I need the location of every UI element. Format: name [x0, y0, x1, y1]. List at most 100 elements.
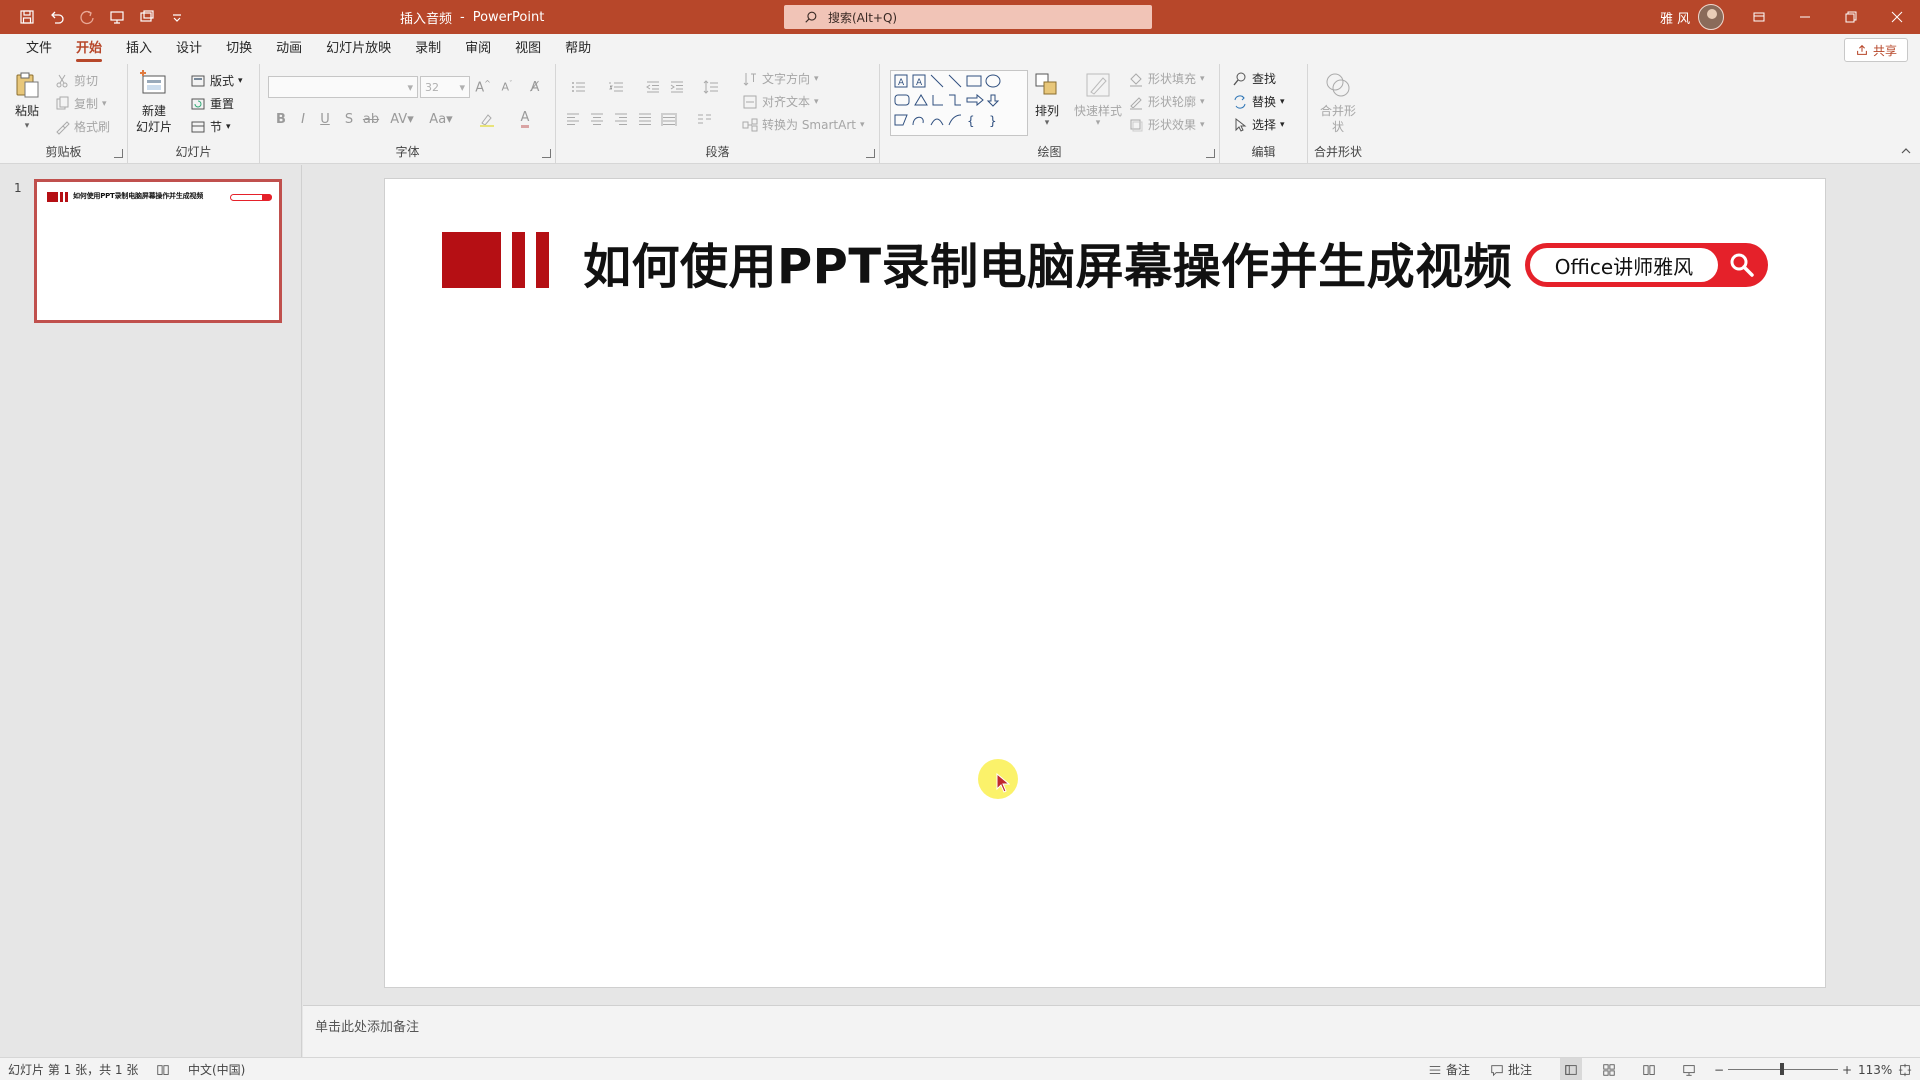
restore-button[interactable] [1828, 0, 1874, 34]
text-direction-button[interactable]: 文字方向 ▾ [742, 70, 819, 87]
align-text-button[interactable]: 对齐文本 ▾ [742, 93, 819, 110]
character-spacing-button[interactable]: AV▾ [388, 110, 416, 128]
svg-text:}: } [989, 114, 997, 128]
collapse-ribbon-icon[interactable] [1900, 145, 1912, 157]
tab-review[interactable]: 审阅 [453, 34, 503, 64]
layout-button[interactable]: 版式 ▾ [190, 72, 243, 89]
merge-shapes-button[interactable]: 合并形 状 [1320, 70, 1356, 135]
shape-fill-button[interactable]: 形状填充 ▾ [1128, 70, 1205, 87]
quick-access-toolbar [14, 0, 190, 34]
align-left-button[interactable] [564, 110, 582, 128]
copy-button[interactable]: 复制 ▾ [54, 95, 107, 112]
increase-indent-button[interactable] [668, 78, 686, 96]
slide-search-pill[interactable]: Office讲师雅风 [1525, 243, 1768, 287]
reading-view-button[interactable] [1642, 1058, 1656, 1080]
slides-group-label: 幻灯片 [175, 145, 212, 159]
save-button[interactable] [14, 5, 40, 29]
notes-pane[interactable]: 单击此处添加备注 [303, 1005, 1920, 1057]
search-box[interactable]: 搜索(Alt+Q) [784, 5, 1152, 29]
convert-smartart-button[interactable]: 转换为 SmartArt ▾ [742, 116, 865, 133]
tab-insert[interactable]: 插入 [114, 34, 164, 64]
from-beginning-button[interactable] [134, 5, 160, 29]
layout-icon [191, 75, 205, 86]
fit-slide-button[interactable] [1898, 1058, 1912, 1080]
customize-qat-button[interactable] [164, 5, 190, 29]
undo-button[interactable] [44, 5, 70, 29]
magnifier-icon [1233, 72, 1246, 85]
decrease-indent-button[interactable] [644, 78, 662, 96]
distribute-button[interactable] [660, 110, 678, 128]
underline-button[interactable]: U [316, 110, 334, 128]
zoom-level[interactable]: 113% [1858, 1058, 1892, 1080]
justify-button[interactable] [636, 110, 654, 128]
minimize-button[interactable] [1782, 0, 1828, 34]
shadow-button[interactable]: S [340, 110, 358, 128]
paste-button[interactable]: 粘贴 ▾ [12, 70, 42, 131]
align-right-button[interactable] [612, 110, 630, 128]
grow-font-button[interactable]: A^ [474, 78, 492, 96]
tab-view[interactable]: 视图 [503, 34, 553, 64]
shape-outline-button[interactable]: 形状轮廓 ▾ [1128, 93, 1205, 110]
reset-button[interactable]: 重置 [190, 95, 234, 112]
font-group-label: 字体 [395, 145, 420, 159]
accessibility-button[interactable] [156, 1058, 170, 1080]
font-dialog-launcher[interactable] [542, 149, 551, 158]
tab-record[interactable]: 录制 [403, 34, 453, 64]
tab-design[interactable]: 设计 [164, 34, 214, 64]
shrink-font-button[interactable]: Aˇ [498, 78, 516, 96]
arrange-button[interactable]: 排列 ▾ [1032, 70, 1062, 128]
find-button[interactable]: 查找 [1232, 70, 1276, 87]
tab-slideshow[interactable]: 幻灯片放映 [314, 34, 403, 64]
italic-button[interactable]: I [294, 110, 312, 128]
change-case-button[interactable]: Aa▾ [426, 110, 456, 128]
font-name-combo[interactable]: ▾ [268, 76, 418, 98]
tab-animations[interactable]: 动画 [264, 34, 314, 64]
drawing-dialog-launcher[interactable] [1206, 149, 1215, 158]
bold-button[interactable]: B [272, 110, 290, 128]
tab-file[interactable]: 文件 [14, 34, 64, 64]
strikethrough-button[interactable]: ab [362, 110, 380, 128]
slide-title[interactable]: 如何使用PPT录制电脑屏幕操作并生成视频 [583, 227, 1512, 297]
share-button[interactable]: 共享 [1843, 38, 1908, 62]
cut-button[interactable]: 剪切 [54, 72, 98, 89]
zoom-out-button[interactable]: − [1714, 1058, 1724, 1080]
paragraph-dialog-launcher[interactable] [866, 149, 875, 158]
replace-button[interactable]: 替换 ▾ [1232, 93, 1285, 110]
tab-home[interactable]: 开始 [64, 34, 114, 64]
comments-toggle-button[interactable]: 批注 [1490, 1058, 1532, 1080]
clear-formatting-button[interactable]: A̸ [526, 78, 544, 96]
ribbon-display-button[interactable] [1736, 0, 1782, 34]
close-button[interactable] [1874, 0, 1920, 34]
slide-thumbnail[interactable]: 如何使用PPT录制电脑屏幕操作并生成视频 [34, 179, 282, 323]
redo-button[interactable] [74, 5, 100, 29]
notes-toggle-button[interactable]: 备注 [1428, 1058, 1470, 1080]
section-button[interactable]: 节 ▾ [190, 118, 231, 135]
normal-view-button[interactable] [1560, 1058, 1582, 1080]
account-area[interactable]: 雅 风 [1660, 0, 1725, 34]
shape-effects-button[interactable]: 形状效果 ▾ [1128, 116, 1205, 133]
select-button[interactable]: 选择 ▾ [1232, 116, 1285, 133]
font-size-combo[interactable]: 32 ▾ [420, 76, 470, 98]
highlight-button[interactable] [472, 110, 502, 128]
slideshow-view-button[interactable] [1682, 1058, 1696, 1080]
shapes-gallery[interactable]: A A {} [890, 70, 1028, 136]
avatar[interactable] [1698, 4, 1725, 30]
tab-transitions[interactable]: 切换 [214, 34, 264, 64]
language-status[interactable]: 中文(中国) [188, 1058, 245, 1080]
columns-button[interactable] [690, 110, 720, 128]
format-painter-button[interactable]: 格式刷 [54, 118, 110, 135]
bullets-button[interactable] [564, 78, 594, 96]
tab-help[interactable]: 帮助 [553, 34, 603, 64]
new-slide-button[interactable]: 新建 幻灯片 [136, 70, 172, 135]
slide[interactable]: 如何使用PPT录制电脑屏幕操作并生成视频 Office讲师雅风 [384, 178, 1826, 988]
clipboard-dialog-launcher[interactable] [114, 149, 123, 158]
quick-styles-button[interactable]: 快速样式 ▾ [1074, 70, 1122, 128]
slide-sorter-button[interactable] [1602, 1058, 1616, 1080]
align-center-button[interactable] [588, 110, 606, 128]
start-slideshow-button[interactable] [104, 5, 130, 29]
font-color-button[interactable]: A [510, 110, 540, 128]
zoom-slider-thumb[interactable] [1780, 1063, 1784, 1075]
numbering-button[interactable] [602, 78, 632, 96]
zoom-in-button[interactable]: + [1842, 1058, 1852, 1080]
line-spacing-button[interactable] [696, 78, 726, 96]
